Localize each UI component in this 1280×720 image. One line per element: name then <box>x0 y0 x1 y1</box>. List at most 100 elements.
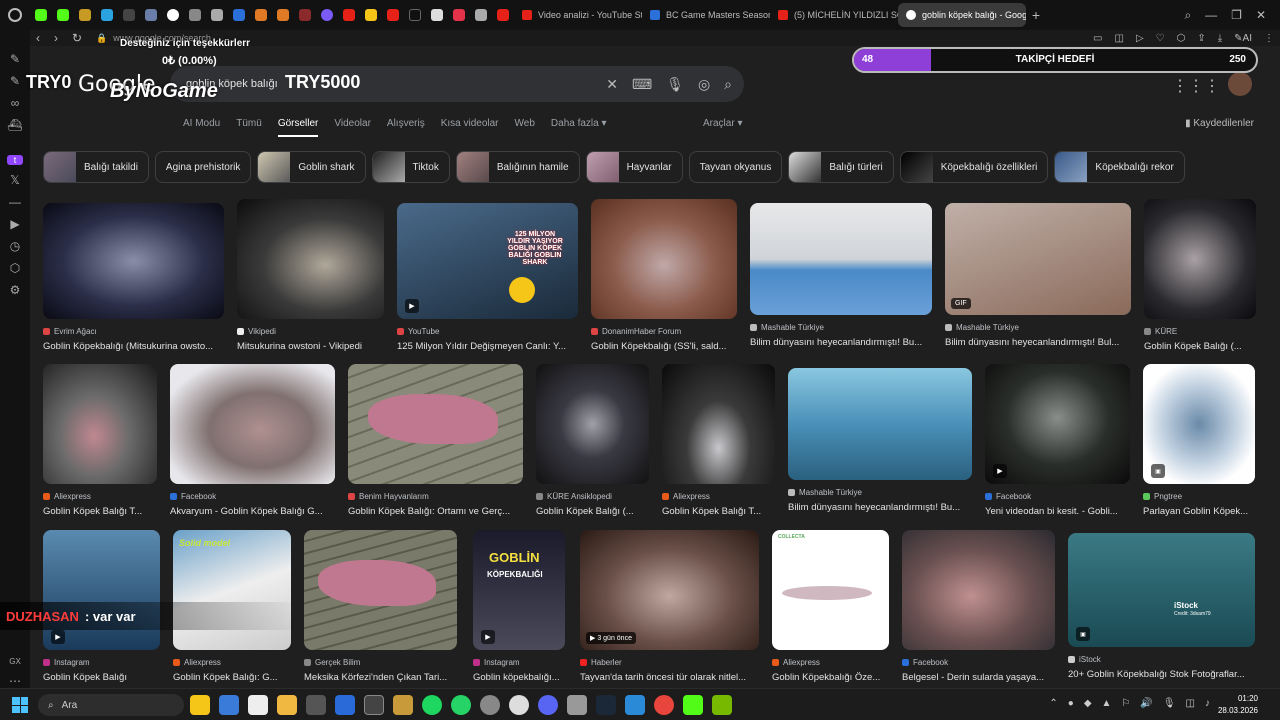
chevron-up-icon[interactable]: ⌃ <box>1049 698 1057 709</box>
x-icon[interactable]: 𝕏 <box>7 173 23 187</box>
pinned-tab[interactable] <box>470 4 492 26</box>
search-tabs-icon[interactable]: ⌕ <box>1184 8 1191 23</box>
history-icon[interactable]: ◷ <box>7 239 23 253</box>
pinned-tab[interactable] <box>492 4 514 26</box>
tray-icon[interactable]: ● <box>1068 698 1074 709</box>
pinned-tab[interactable] <box>118 4 140 26</box>
chip[interactable]: Agina prehistorik <box>154 151 252 183</box>
speaker-icon[interactable]: ♪ <box>1205 698 1210 709</box>
back-icon[interactable]: ‹ <box>36 31 40 45</box>
pinned-tab[interactable] <box>250 4 272 26</box>
image-result[interactable]: iStock Credit: 3dsam79 ▣ iStock 20+ Gobl… <box>1068 533 1255 680</box>
image-result[interactable]: Benim Hayvanlarım Goblin Köpek Balığı: O… <box>348 364 523 517</box>
ai-icon[interactable]: ✎AI <box>1234 33 1252 44</box>
tab-short-videos[interactable]: Kısa videolar <box>441 118 499 137</box>
avatar[interactable] <box>1228 72 1252 96</box>
opera-menu-icon[interactable] <box>0 0 30 30</box>
nvidia-icon[interactable] <box>712 695 732 715</box>
image-result[interactable]: KÜRE Ansiklopedi Goblin Köpek Balığı (..… <box>536 364 649 517</box>
pinned-tab[interactable] <box>404 4 426 26</box>
mic-icon[interactable]: 🎙 <box>1163 698 1176 709</box>
new-tab-button[interactable]: + <box>1026 5 1046 25</box>
tools-button[interactable]: Araçlar ▾ <box>703 118 743 129</box>
tab-shopping[interactable]: Alışveriş <box>387 118 425 137</box>
pinned-tab[interactable] <box>294 4 316 26</box>
clear-icon[interactable]: ✕ <box>606 76 618 93</box>
tray-icon[interactable]: ▲ <box>1102 698 1112 709</box>
discord-icon[interactable] <box>538 695 558 715</box>
sidebar-glasses-icon[interactable]: ∞ <box>7 96 23 110</box>
image-result[interactable]: 125 MİLYON YILDIR YAŞIYOR GOBLIN KÖPEK B… <box>397 203 578 352</box>
app-icon[interactable] <box>393 695 413 715</box>
pinned-tab[interactable] <box>30 4 52 26</box>
chip[interactable]: Köpekbalığı rekor <box>1054 151 1185 183</box>
whatsapp-icon[interactable] <box>451 695 471 715</box>
pinned-tab[interactable] <box>272 4 294 26</box>
download-icon[interactable]: ⤓ <box>1218 33 1222 44</box>
reload-icon[interactable]: ↻ <box>72 31 82 45</box>
tab-more[interactable]: Daha fazla ▾ <box>551 118 607 137</box>
image-result[interactable]: DonanimHaber Forum Goblin Köpekbalığı (S… <box>591 199 737 352</box>
app-icon[interactable] <box>625 695 645 715</box>
tab-ai-mode[interactable]: AI Modu <box>183 118 220 137</box>
app-icon[interactable] <box>219 695 239 715</box>
pinned-tab[interactable] <box>228 4 250 26</box>
image-result[interactable]: Mashable Türkiye Bilim dünyasını heyecan… <box>750 203 932 348</box>
pinned-tab[interactable] <box>52 4 74 26</box>
chip[interactable]: Balığı türleri <box>788 151 894 183</box>
chip[interactable]: Balığının hamile <box>455 151 580 183</box>
tab-youtube-studio[interactable]: Video analizi - YouTube Stu <box>514 3 642 27</box>
pinned-tab[interactable] <box>184 4 206 26</box>
gx-label[interactable]: GX <box>7 657 23 666</box>
network-icon[interactable]: ◫ <box>1186 698 1195 709</box>
app-icon[interactable] <box>480 695 500 715</box>
minimize-icon[interactable]: — <box>1205 8 1217 22</box>
tab-web[interactable]: Web <box>515 118 535 137</box>
pinned-tab[interactable] <box>140 4 162 26</box>
apps-grid-icon[interactable]: ⋮⋮⋮ <box>1172 76 1220 96</box>
pinned-tab[interactable] <box>74 4 96 26</box>
windows-start-icon[interactable] <box>12 697 28 713</box>
sidebar-edit-icon[interactable]: ✎ <box>7 74 23 88</box>
tray-icon[interactable]: ◆ <box>1084 698 1092 709</box>
opera-gx-icon[interactable] <box>364 695 384 715</box>
chip[interactable]: Balığı takildi <box>43 151 149 183</box>
chip[interactable]: Goblin shark <box>257 151 366 183</box>
mail-icon[interactable] <box>335 695 355 715</box>
image-result[interactable]: Mashable Türkiye Bilim dünyasını heyecan… <box>788 368 972 513</box>
tray-icon[interactable]: ⚐ <box>1121 698 1130 709</box>
file-explorer-icon[interactable] <box>190 695 210 715</box>
chrome-icon[interactable] <box>654 695 674 715</box>
pinned-tab[interactable] <box>382 4 404 26</box>
forward-icon[interactable]: › <box>54 31 58 45</box>
heart-icon[interactable]: ♡ <box>1156 33 1165 44</box>
kick-icon[interactable] <box>683 695 703 715</box>
image-result[interactable]: Facebook Akvaryum - Goblin Köpek Balığı … <box>170 364 335 517</box>
chip[interactable]: Köpekbalığı özellikleri <box>899 151 1049 183</box>
app-icon[interactable] <box>567 695 587 715</box>
steam-icon[interactable] <box>596 695 616 715</box>
player-icon[interactable]: ▶ <box>7 217 23 231</box>
taskbar-search[interactable]: ⌕ Ara <box>38 694 184 716</box>
clock[interactable]: 01:20 28.03.2026 <box>1218 693 1258 717</box>
pinned-tab[interactable] <box>426 4 448 26</box>
image-result[interactable]: ▣ Pngtree Parlayan Goblin Köpek... <box>1143 364 1255 517</box>
chip[interactable]: Hayvanlar <box>585 151 683 183</box>
pinned-tab[interactable] <box>448 4 470 26</box>
image-result[interactable]: Aliexpress Goblin Köpek Balığı T... <box>43 364 157 517</box>
search-icon[interactable]: ⌕ <box>724 76 732 93</box>
spotify-icon[interactable] <box>422 695 442 715</box>
pinned-tab[interactable] <box>360 4 382 26</box>
menu-icon[interactable]: ⋮ <box>1264 33 1274 44</box>
image-result[interactable]: GIF Mashable Türkiye Bilim dünyasını hey… <box>945 203 1131 348</box>
volume-icon[interactable]: 🔊 <box>1140 698 1152 709</box>
extensions-icon[interactable]: ⬡ <box>1177 33 1186 44</box>
keyboard-icon[interactable]: ⌨ <box>632 76 652 93</box>
image-result[interactable]: Gerçek Bilim Meksika Körfezi'nden Çıkan … <box>304 530 457 683</box>
search-input[interactable] <box>186 78 566 90</box>
play-icon[interactable]: ▷ <box>1136 33 1144 44</box>
settings-icon[interactable]: ⚙ <box>7 283 23 297</box>
pinned-tab[interactable] <box>206 4 228 26</box>
folder-icon[interactable] <box>277 695 297 715</box>
app-icon[interactable] <box>306 695 326 715</box>
